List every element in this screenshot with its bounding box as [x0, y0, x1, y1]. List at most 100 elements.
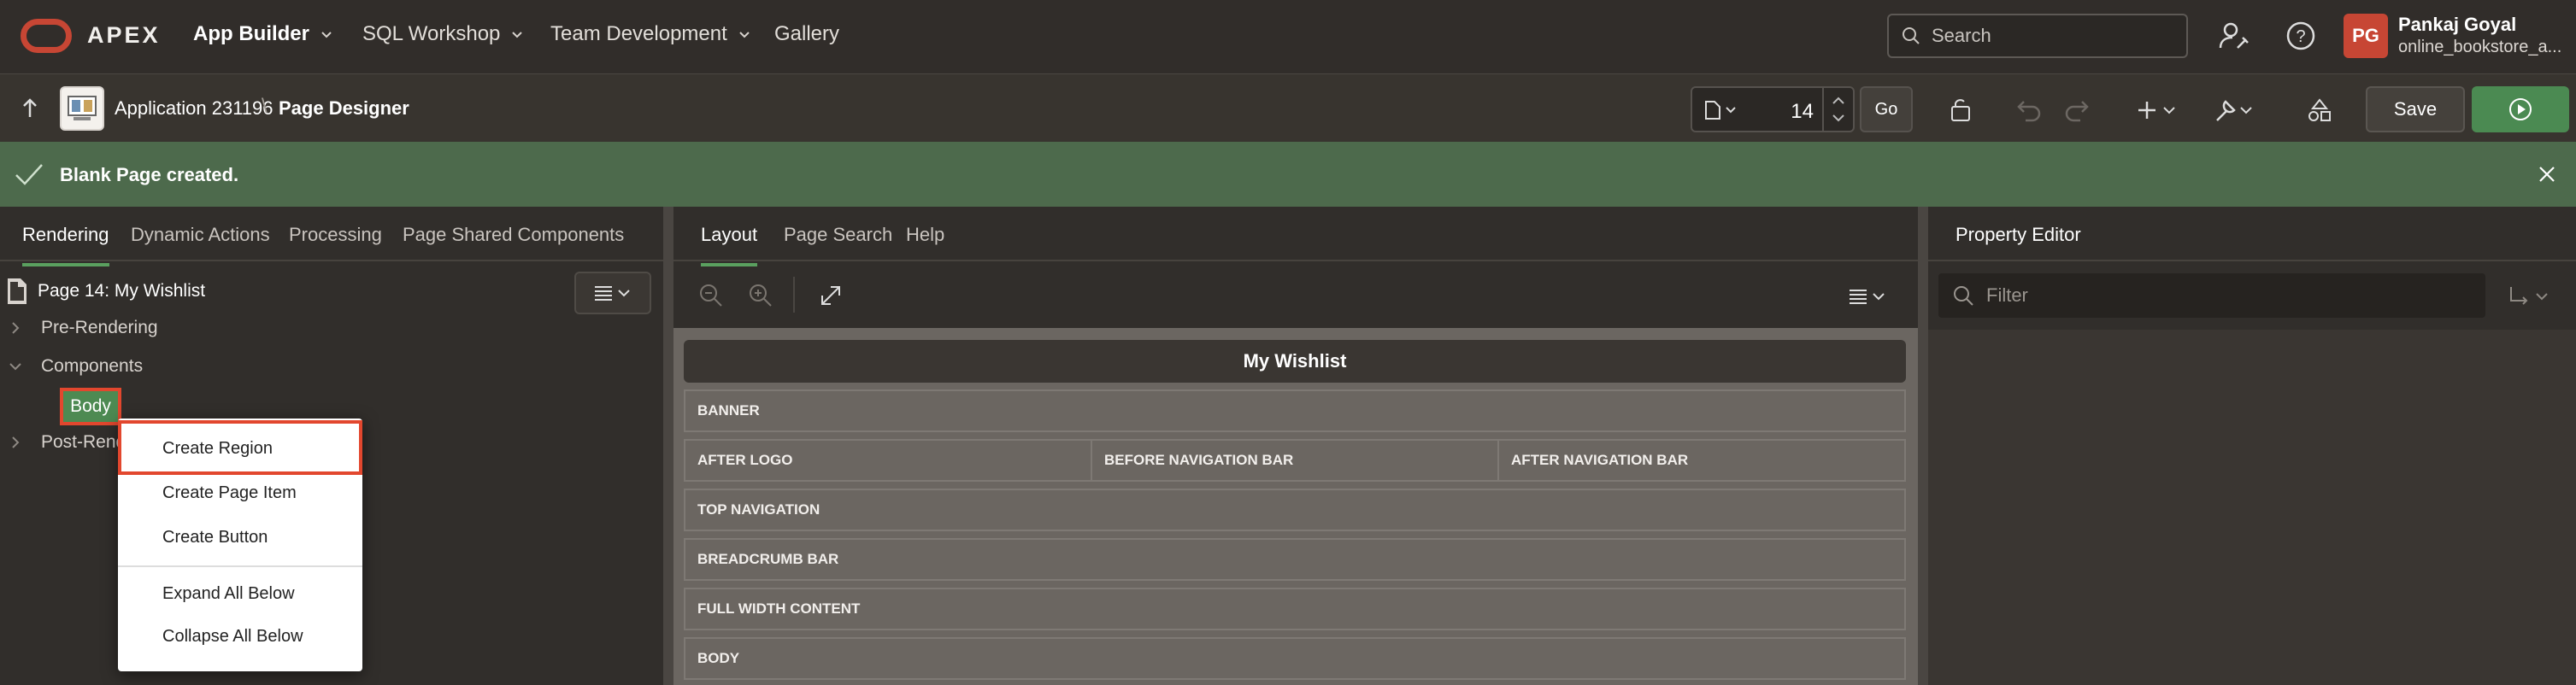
menu-expand-all-below[interactable]: Expand All Below	[162, 584, 295, 604]
nav-app-builder[interactable]: App Builder	[193, 22, 333, 46]
tab-layout[interactable]: Layout	[701, 224, 758, 266]
chevron-down-icon	[739, 32, 750, 38]
tab-rendering[interactable]: Rendering	[22, 224, 109, 266]
slot-banner[interactable]: BANNER	[684, 389, 1906, 432]
page-number-selector[interactable]: 14	[1691, 86, 1855, 132]
chevron-right-icon[interactable]	[10, 321, 21, 335]
undo-icon[interactable]	[2015, 97, 2043, 124]
nav-gallery-label: Gallery	[774, 22, 840, 45]
slot-top-navigation[interactable]: TOP NAVIGATION	[684, 489, 1906, 531]
redo-icon[interactable]	[2063, 97, 2091, 124]
menu-create-page-item[interactable]: Create Page Item	[162, 483, 297, 503]
administration-icon[interactable]	[2217, 19, 2251, 53]
menu-create-region[interactable]: Create Region	[162, 439, 273, 459]
nav-team-development-label: Team Development	[550, 22, 727, 45]
tree-components[interactable]: Components	[9, 356, 143, 377]
save-button[interactable]: Save	[2366, 86, 2465, 132]
nav-gallery[interactable]: Gallery	[774, 22, 839, 46]
check-icon	[15, 164, 43, 185]
page-icon[interactable]	[1704, 100, 1738, 120]
zoom-in-icon[interactable]	[747, 282, 774, 309]
utilities-wrench-icon[interactable]	[2214, 97, 2255, 124]
right-splitter[interactable]	[1918, 207, 1928, 685]
global-search-input[interactable]: Search	[1887, 14, 2188, 58]
left-splitter[interactable]	[663, 207, 673, 685]
user-workspace[interactable]: online_bookstore_a...	[2398, 38, 2561, 57]
run-page-button[interactable]	[2472, 86, 2569, 132]
go-to-group-icon[interactable]	[2508, 284, 2555, 309]
tab-page-shared-components[interactable]: Page Shared Components	[403, 224, 624, 246]
user-name[interactable]: Pankaj Goyal	[2398, 14, 2516, 36]
search-icon	[1903, 27, 1920, 44]
tab-dynamic-actions[interactable]: Dynamic Actions	[131, 224, 270, 246]
expand-icon[interactable]	[817, 282, 844, 309]
menu-collapse-all-below[interactable]: Collapse All Below	[162, 627, 303, 647]
menu-create-button[interactable]: Create Button	[162, 528, 268, 547]
tree-post-rendering[interactable]: Post-Rend	[10, 432, 126, 453]
page-designer-toolbar: Application 231196 \ Page Designer 14 Go…	[0, 73, 2576, 142]
tree-menu-button[interactable]	[574, 272, 651, 314]
left-panel-tabs: Rendering Dynamic Actions Processing Pag…	[0, 207, 663, 266]
go-button[interactable]: Go	[1860, 86, 1913, 132]
nav-sql-workshop[interactable]: SQL Workshop	[362, 22, 524, 46]
tree-pre-rendering-label: Pre-Rendering	[41, 318, 158, 337]
layout-panel: Layout Page Search Help My Wishlist BANN…	[673, 207, 1918, 685]
top-navigation-bar: APEX App Builder SQL Workshop Team Devel…	[0, 0, 2576, 73]
tab-help[interactable]: Help	[906, 224, 944, 246]
tree-page-node[interactable]: Page 14: My Wishlist	[5, 277, 205, 306]
tab-processing[interactable]: Processing	[289, 224, 382, 246]
svg-text:?: ?	[2296, 27, 2305, 46]
slot-after-logo[interactable]: AFTER LOGO	[684, 439, 1092, 482]
right-panel-tabs: Property Editor	[1928, 207, 2576, 266]
nav-app-builder-label: App Builder	[193, 22, 309, 45]
property-editor-panel: Property Editor Filter	[1928, 207, 2576, 685]
menu-separator	[118, 565, 362, 567]
zoom-out-icon[interactable]	[697, 282, 725, 309]
tab-property-editor[interactable]: Property Editor	[1956, 224, 2081, 266]
page-number-input[interactable]: 14	[1791, 100, 1814, 124]
create-menu-icon[interactable]	[2138, 97, 2179, 124]
page-designer-title: Page Designer	[279, 97, 409, 119]
tree-components-label: Components	[41, 356, 144, 376]
nav-sql-workshop-label: SQL Workshop	[362, 22, 501, 45]
search-placeholder: Search	[1932, 25, 1991, 46]
tree-page-label: Page 14: My Wishlist	[38, 281, 206, 301]
apex-brand[interactable]: APEX	[87, 22, 161, 49]
menu-icon	[595, 286, 630, 301]
help-icon[interactable]: ?	[2284, 19, 2318, 53]
slot-after-navigation-bar[interactable]: AFTER NAVIGATION BAR	[1497, 439, 1906, 482]
page-title-region[interactable]: My Wishlist	[684, 340, 1906, 383]
middle-panel-tabs: Layout Page Search Help	[673, 207, 1918, 266]
search-icon	[1954, 286, 1973, 306]
chevron-right-icon[interactable]	[10, 436, 21, 449]
chevron-down-icon[interactable]	[9, 361, 22, 372]
toolbar-separator	[793, 277, 795, 313]
application-name-link[interactable]: Application 231196	[115, 97, 273, 120]
success-message: Blank Page created.	[60, 164, 239, 185]
property-filter-input[interactable]: Filter	[1938, 273, 2485, 318]
tree-body-node[interactable]: Body	[60, 388, 121, 425]
close-icon[interactable]	[2537, 164, 2557, 184]
context-menu: Create Region Create Page Item Create Bu…	[118, 419, 362, 671]
user-avatar[interactable]: PG	[2344, 14, 2388, 58]
chevron-down-icon	[321, 32, 332, 38]
play-icon	[2509, 98, 2532, 120]
lock-page-icon[interactable]	[1947, 97, 1974, 124]
tree-pre-rendering[interactable]: Pre-Rendering	[10, 318, 158, 338]
nav-team-development[interactable]: Team Development	[550, 22, 751, 46]
slot-body[interactable]: BODY	[684, 637, 1906, 680]
shared-components-icon[interactable]	[2306, 97, 2333, 124]
application-icon[interactable]	[60, 86, 104, 131]
oracle-logo-icon[interactable]	[21, 19, 72, 53]
layout-toolbar	[673, 261, 1918, 328]
tree-post-rendering-label: Post-Rend	[41, 432, 126, 452]
slot-breadcrumb-bar[interactable]: BREADCRUMB BAR	[684, 538, 1906, 581]
breadcrumb-separator: \	[262, 95, 268, 118]
slot-full-width-content[interactable]: FULL WIDTH CONTENT	[684, 588, 1906, 630]
layout-menu-icon[interactable]	[1846, 282, 1897, 309]
slot-before-navigation-bar[interactable]: BEFORE NAVIGATION BAR	[1091, 439, 1499, 482]
tab-page-search[interactable]: Page Search	[784, 224, 892, 246]
page-icon	[8, 278, 26, 304]
page-number-spinner[interactable]	[1822, 88, 1853, 131]
arrow-up-icon[interactable]	[17, 95, 43, 120]
